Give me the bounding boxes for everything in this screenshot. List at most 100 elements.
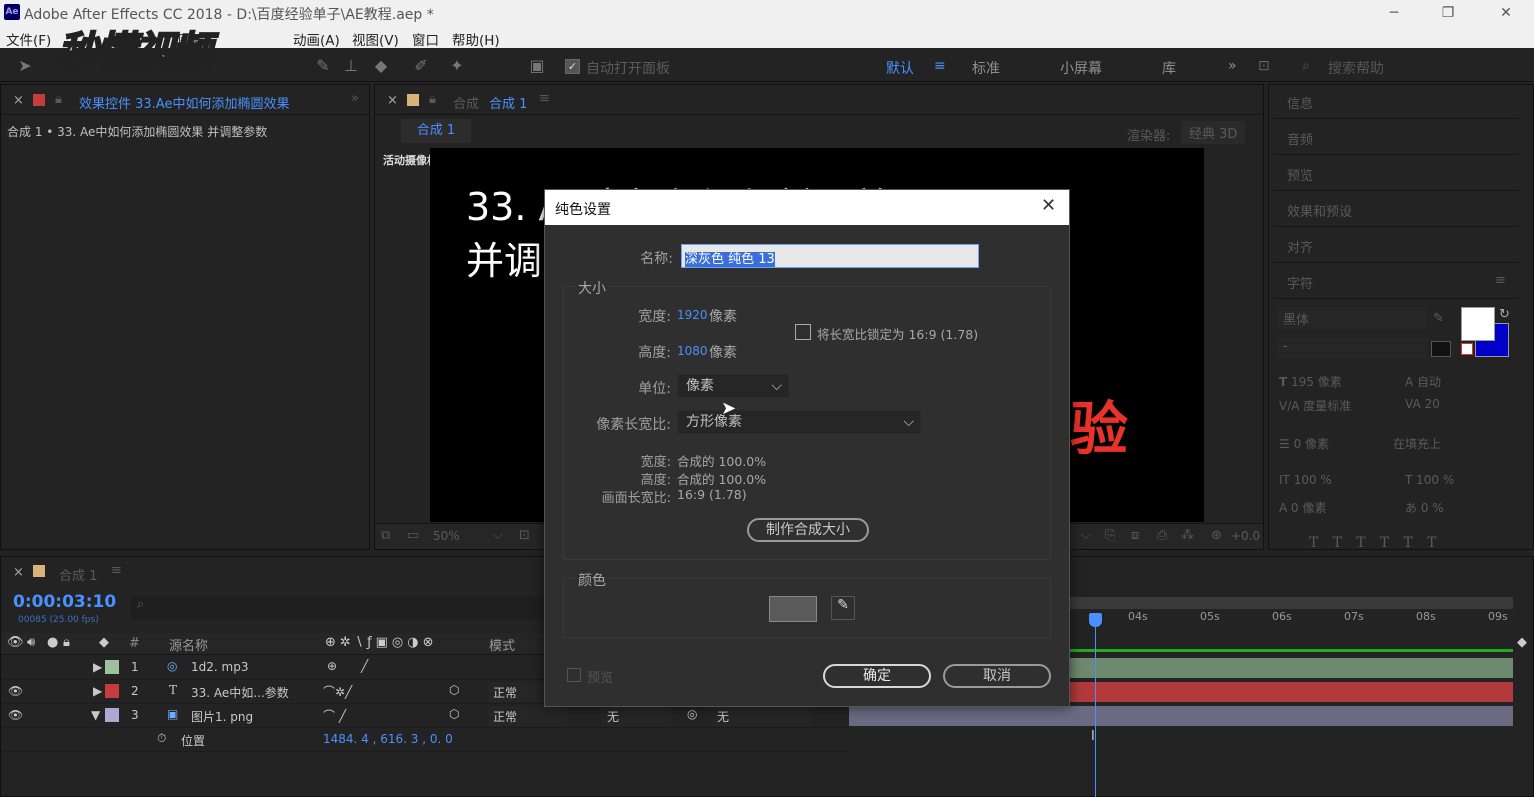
layer-2-label-color[interactable] <box>105 684 119 698</box>
unit-select[interactable]: 像素 ⌵ <box>677 374 789 398</box>
keyframe-marker-icon[interactable]: I <box>1091 729 1095 744</box>
collapse-layer-3-icon[interactable]: ▼ <box>91 708 100 722</box>
font-size-field[interactable]: T 195 像素 <box>1279 373 1342 390</box>
layer-3-visibility-icon[interactable]: 👁︎ <box>8 708 23 722</box>
layer-2-visibility-icon[interactable]: 👁︎ <box>8 684 23 698</box>
current-timecode[interactable]: 0:00:03:10 <box>13 592 116 612</box>
search-help-input[interactable]: 搜索帮助 <box>1328 58 1384 78</box>
layer-1-quality-icon[interactable]: ╱ <box>361 659 368 673</box>
swap-colors-icon[interactable]: ↻ <box>1499 307 1510 322</box>
font-family-select[interactable]: 黑体 <box>1277 307 1427 329</box>
effect-controls-tab[interactable]: 效果控件 33.Ae中如何添加椭圆效果 <box>79 93 325 112</box>
vertical-scale-field[interactable]: IT 100 % <box>1279 473 1332 487</box>
audio-panel-tab[interactable]: 音频 <box>1273 121 1519 155</box>
auto-open-checkbox[interactable]: ✓ <box>565 59 580 74</box>
layer-3-trkmat-select[interactable]: 无 <box>601 706 671 726</box>
name-input[interactable]: 深灰色 纯色 13 <box>681 244 979 268</box>
eyedropper-button-icon[interactable]: ✎ <box>831 596 855 620</box>
eraser-tool-icon[interactable]: ◆ <box>370 56 392 76</box>
layer-2-switches-icon[interactable]: ⌒✲╱ <box>323 683 352 700</box>
make-comp-size-button[interactable]: 制作合成大小 <box>747 518 869 542</box>
dialog-close-icon[interactable]: ✕ <box>1041 195 1056 216</box>
layer-2-mode-select[interactable]: 正常 <box>487 682 547 702</box>
mode-header[interactable]: 模式 <box>489 635 515 654</box>
layer-3-name[interactable]: 图片1. png <box>191 708 253 725</box>
layer-row-3[interactable]: 👁︎ ▼ 3 ▣ 图片1. png ⌒ ╱ ⬡ 正常 无 ◎ 无 <box>1 704 849 728</box>
puppet-pin-icon[interactable]: ✦ <box>446 56 468 76</box>
menu-help[interactable]: 帮助(H) <box>452 29 500 49</box>
minimize-button[interactable]: ─ <box>1374 2 1414 24</box>
playhead-line[interactable] <box>1095 617 1096 797</box>
timeline-menu-icon[interactable]: ≡ <box>111 563 122 578</box>
layer-3-mode-select[interactable]: 正常 <box>487 706 567 726</box>
search-sync-icon[interactable]: ⊡ <box>1258 58 1270 74</box>
flowchart-icon[interactable]: ⁂ <box>1181 528 1194 543</box>
comp-marker-icon[interactable]: ◆ <box>1517 635 1527 650</box>
stroke-type-select[interactable]: 在填充上 <box>1393 435 1441 452</box>
expand-layer-1-icon[interactable]: ▶ <box>93 660 102 674</box>
stopwatch-icon[interactable]: ⏱︎ <box>157 731 166 746</box>
layer-1-label-color[interactable] <box>105 660 119 674</box>
leading-field[interactable]: A 自动 <box>1405 373 1441 390</box>
menu-animation[interactable]: 动画(A) <box>293 29 340 49</box>
layer-3-parent-select[interactable]: 无 <box>711 706 811 726</box>
effects-presets-tab[interactable]: 效果和预设 <box>1273 193 1519 227</box>
zoom-select[interactable]: 50% <box>433 529 460 543</box>
layer-3-track-bar[interactable] <box>849 706 1513 726</box>
snapshot-icon[interactable]: ⧈ <box>1131 528 1139 543</box>
preview-panel-tab[interactable]: 预览 <box>1273 157 1519 191</box>
expand-layer-2-icon[interactable]: ▶ <box>93 684 102 698</box>
exposure-icon[interactable]: ⊛ <box>1211 528 1222 543</box>
fit-icon[interactable]: ⊡ <box>519 528 530 543</box>
menu-window[interactable]: 窗口 <box>412 29 439 49</box>
stroke-width-field[interactable]: ☰ 0 像素 <box>1279 435 1329 452</box>
close-window-button[interactable]: ✕ <box>1486 2 1526 24</box>
width-value[interactable]: 1920 <box>677 308 708 322</box>
info-panel-tab[interactable]: 信息 <box>1273 85 1519 119</box>
clone-stamp-icon[interactable]: ⊥ <box>340 56 362 76</box>
kerning-field[interactable]: V/A 度量标准 <box>1279 397 1351 414</box>
comp-menu-icon[interactable]: ≡ <box>539 91 550 106</box>
eyedropper-icon[interactable]: ✎ <box>1433 311 1444 326</box>
menu-file[interactable]: 文件(F) <box>6 29 51 49</box>
character-menu-icon[interactable]: ≡ <box>1495 273 1506 288</box>
layer-3-switches-icon[interactable]: ⌒ ╱ <box>323 707 346 724</box>
height-value[interactable]: 1080 <box>677 344 708 358</box>
snapping-icon[interactable]: ▣ <box>526 56 548 76</box>
workspace-standard[interactable]: 标准 <box>972 58 1000 78</box>
layer-1-shy-icon[interactable]: ⊕ <box>327 659 337 673</box>
baseline-shift-field[interactable]: A 0 像素 <box>1279 499 1326 516</box>
workspace-small-screen[interactable]: 小屏幕 <box>1060 58 1102 78</box>
workspace-library[interactable]: 库 <box>1162 58 1176 78</box>
cancel-button[interactable]: 取消 <box>943 664 1051 688</box>
brush-tool-icon[interactable]: ✎ <box>312 56 334 76</box>
view-options-icon[interactable]: ⌵ <box>1081 528 1091 543</box>
source-name-header[interactable]: 源名称 <box>169 635 208 654</box>
roto-brush-icon[interactable]: ✐ <box>410 56 432 76</box>
selection-tool-icon[interactable]: ➤ <box>14 56 36 76</box>
parent-pickwhip-icon[interactable]: ◎ <box>687 707 697 721</box>
monitor-icon[interactable]: ▭ <box>407 528 419 543</box>
more-workspaces-icon[interactable]: » <box>1228 58 1237 74</box>
comp-sub-tab[interactable]: 合成 1 <box>401 119 471 143</box>
text-style-buttons[interactable]: TTTTTT <box>1309 535 1450 551</box>
playhead-handle[interactable] <box>1089 613 1102 627</box>
character-panel-tab[interactable]: 字符 <box>1273 265 1519 299</box>
font-style-select[interactable]: - <box>1277 337 1427 359</box>
timeline-search-input[interactable]: ⌕ <box>131 597 545 619</box>
3d-view-icon[interactable]: ⎘ <box>1105 528 1115 543</box>
lock-aspect-checkbox[interactable] <box>795 324 811 340</box>
comp-tab[interactable]: 合成 1 <box>489 93 527 112</box>
maximize-button[interactable]: ❐ <box>1428 2 1468 24</box>
panel-overflow-icon[interactable]: » <box>351 91 359 106</box>
layer-3-label-color[interactable] <box>105 708 119 722</box>
layer-2-name[interactable]: 33. Ae中如...参数 <box>191 684 289 701</box>
layer-3-3d-icon[interactable]: ⬡ <box>449 707 459 721</box>
close-comp-icon[interactable]: × <box>387 93 398 108</box>
no-color-swatch[interactable] <box>1461 343 1473 355</box>
layer-2-track-bar[interactable] <box>1069 682 1513 702</box>
close-panel-icon[interactable]: × <box>13 93 24 108</box>
pixel-aspect-select[interactable]: 方形像素 ⌵ <box>677 410 921 434</box>
position-value[interactable]: 1484. 4 , 616. 3 , 0. 0 <box>323 732 453 746</box>
show-snapshot-icon[interactable]: ⎙ <box>1157 528 1167 543</box>
